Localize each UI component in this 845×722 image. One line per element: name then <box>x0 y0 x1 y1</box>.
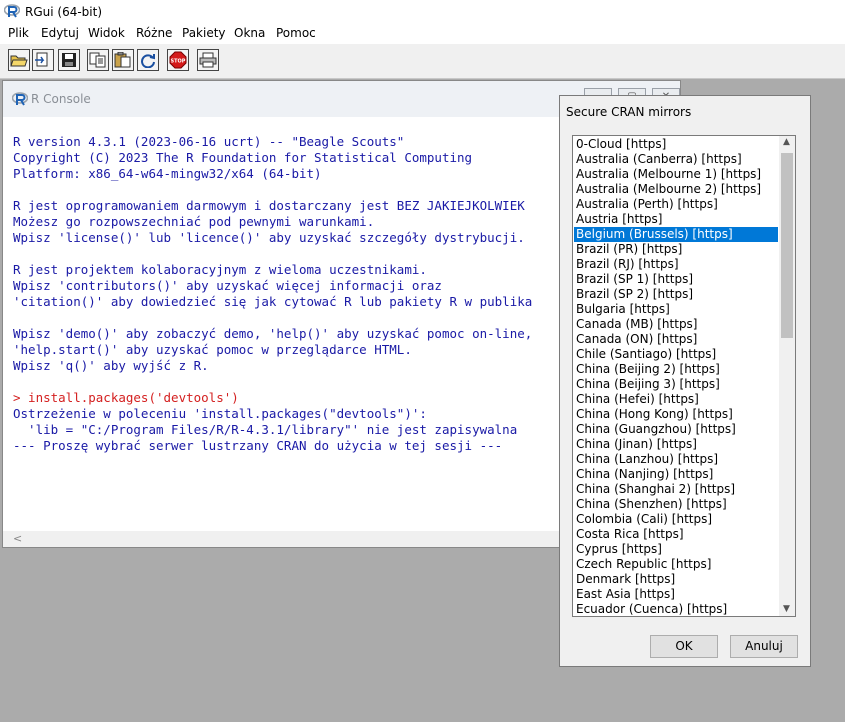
mirror-list-item[interactable]: Czech Republic [https] <box>574 557 778 572</box>
mirror-list-item[interactable]: China (Lanzhou) [https] <box>574 452 778 467</box>
mirror-list-item[interactable]: Brazil (SP 1) [https] <box>574 272 778 287</box>
load-workspace-button[interactable] <box>32 49 54 71</box>
mirror-list-item[interactable]: Brazil (SP 2) [https] <box>574 287 778 302</box>
scroll-up-icon[interactable]: ▲ <box>783 137 790 147</box>
mirror-list-item[interactable]: China (Beijing 3) [https] <box>574 377 778 392</box>
mirror-list-item[interactable]: Canada (ON) [https] <box>574 332 778 347</box>
print-button[interactable] <box>197 49 219 71</box>
mirror-list-item[interactable]: China (Hong Kong) [https] <box>574 407 778 422</box>
console-command-line: > install.packages('devtools') <box>13 390 239 405</box>
console-line: Platform: x86_64-w64-mingw32/x64 (64-bit… <box>13 166 322 181</box>
save-icon <box>62 53 76 67</box>
mirror-list-item[interactable]: Australia (Melbourne 2) [https] <box>574 182 778 197</box>
mirror-list-item[interactable]: China (Guangzhou) [https] <box>574 422 778 437</box>
menu-widok[interactable]: Widok <box>88 26 125 40</box>
load-workspace-icon <box>35 52 48 67</box>
open-script-icon <box>10 55 28 67</box>
console-line: R jest oprogramowaniem darmowym i dostar… <box>13 198 525 213</box>
console-output[interactable]: R version 4.3.1 (2023-06-16 ucrt) -- "Be… <box>13 134 532 454</box>
mirror-list-item[interactable]: China (Hefei) [https] <box>574 392 778 407</box>
refresh-icon <box>141 54 155 68</box>
mirror-list-item[interactable]: Bulgaria [https] <box>574 302 778 317</box>
mirror-list-item[interactable]: Belgium (Brussels) [https] <box>574 227 778 242</box>
toolbar: STOP <box>0 44 845 79</box>
mirror-list-item[interactable]: East Asia [https] <box>574 587 778 602</box>
cran-mirror-dialog: Secure CRAN mirrors 0-Cloud [https] Austr… <box>559 95 811 667</box>
paste-button[interactable] <box>112 49 134 71</box>
console-line: 'lib = "C:/Program Files/R/R-4.3.1/libra… <box>13 422 518 437</box>
mirror-list-item[interactable]: Cyprus [https] <box>574 542 778 557</box>
paste-icon <box>114 52 131 68</box>
mirror-list-item[interactable]: Austria [https] <box>574 212 778 227</box>
menu-rozne[interactable]: Różne <box>136 26 172 40</box>
r-logo-icon <box>4 4 20 18</box>
menu-pakiety[interactable]: Pakiety <box>182 26 226 40</box>
mirror-list-item[interactable]: Costa Rica [https] <box>574 527 778 542</box>
dialog-title: Secure CRAN mirrors <box>566 105 692 119</box>
mirror-list-item[interactable]: China (Nanjing) [https] <box>574 467 778 482</box>
menu-bar: Plik Edytuj Widok Różne Pakiety Okna Pom… <box>0 24 845 44</box>
app-title: RGui (64-bit) <box>25 5 103 19</box>
mirror-list-item[interactable]: Australia (Perth) [https] <box>574 197 778 212</box>
mirror-list-item[interactable]: Brazil (PR) [https] <box>574 242 778 257</box>
console-line: Copyright (C) 2023 The R Foundation for … <box>13 150 473 165</box>
app-title-bar: RGui (64-bit) <box>0 0 845 24</box>
console-line: Wpisz 'q()' aby wyjść z R. <box>13 358 209 373</box>
mirror-list-item[interactable]: Chile (Santiago) [https] <box>574 347 778 362</box>
mirror-list-item[interactable]: China (Jinan) [https] <box>574 437 778 452</box>
mirror-list-item[interactable]: Colombia (Cali) [https] <box>574 512 778 527</box>
menu-edytuj[interactable]: Edytuj <box>41 26 79 40</box>
console-line: 'help.start()' aby uzyskać pomoc w przeg… <box>13 342 412 357</box>
copy-button[interactable] <box>87 49 109 71</box>
console-line: Wpisz 'contributors()' aby uzyskać więce… <box>13 278 442 293</box>
console-line: 'citation()' aby dowiedzieć się jak cyto… <box>13 294 533 309</box>
scrollbar-thumb[interactable] <box>781 153 793 338</box>
open-script-button[interactable] <box>8 49 30 71</box>
print-icon <box>199 52 217 68</box>
mirror-list-item[interactable]: China (Shanghai 2) [https] <box>574 482 778 497</box>
mirror-list-item[interactable]: Australia (Melbourne 1) [https] <box>574 167 778 182</box>
mirror-list-item[interactable]: China (Shenzhen) [https] <box>574 497 778 512</box>
mirror-list-item[interactable]: Denmark [https] <box>574 572 778 587</box>
mirror-list-item[interactable]: Australia (Canberra) [https] <box>574 152 778 167</box>
mirror-listbox[interactable]: 0-Cloud [https] Australia (Canberra) [htt… <box>572 135 796 617</box>
mirror-list-item[interactable]: Brazil (RJ) [https] <box>574 257 778 272</box>
mirror-list: 0-Cloud [https] Australia (Canberra) [htt… <box>574 137 778 616</box>
console-line: R jest projektem kolaboracyjnym z wielom… <box>13 262 427 277</box>
console-line: Możesz go rozpowszechniać pod pewnymi wa… <box>13 214 375 229</box>
console-line: --- Proszę wybrać serwer lustrzany CRAN … <box>13 438 503 453</box>
scroll-left-icon[interactable]: < <box>13 532 22 545</box>
r-logo-icon <box>12 92 28 106</box>
cancel-button[interactable]: Anuluj <box>730 635 798 658</box>
ok-button[interactable]: OK <box>650 635 718 658</box>
save-button[interactable] <box>58 49 80 71</box>
menu-okna[interactable]: Okna <box>234 26 265 40</box>
console-line: R version 4.3.1 (2023-06-16 ucrt) -- "Be… <box>13 134 405 149</box>
stop-button[interactable]: STOP <box>167 49 189 71</box>
refresh-button[interactable] <box>137 49 159 71</box>
menu-pomoc[interactable]: Pomoc <box>276 26 316 40</box>
stop-icon: STOP <box>169 51 187 69</box>
mirror-list-item[interactable]: Ecuador (Cuenca) [https] <box>574 602 778 616</box>
console-line: Ostrzeżenie w poleceniu 'install.package… <box>13 406 427 421</box>
mirror-list-item[interactable]: Canada (MB) [https] <box>574 317 778 332</box>
console-line: Wpisz 'demo()' aby zobaczyć demo, 'help(… <box>13 326 533 341</box>
console-title: R Console <box>31 92 91 106</box>
listbox-vertical-scrollbar[interactable]: ▲ ▼ <box>779 136 795 616</box>
mirror-list-item[interactable]: China (Beijing 2) [https] <box>574 362 778 377</box>
mirror-list-item[interactable]: 0-Cloud [https] <box>574 137 778 152</box>
console-line: Wpisz 'license()' lub 'licence()' aby uz… <box>13 230 525 245</box>
menu-plik[interactable]: Plik <box>8 26 29 40</box>
copy-icon <box>89 52 106 68</box>
scroll-down-icon[interactable]: ▼ <box>783 604 790 614</box>
svg-text:STOP: STOP <box>171 59 186 65</box>
